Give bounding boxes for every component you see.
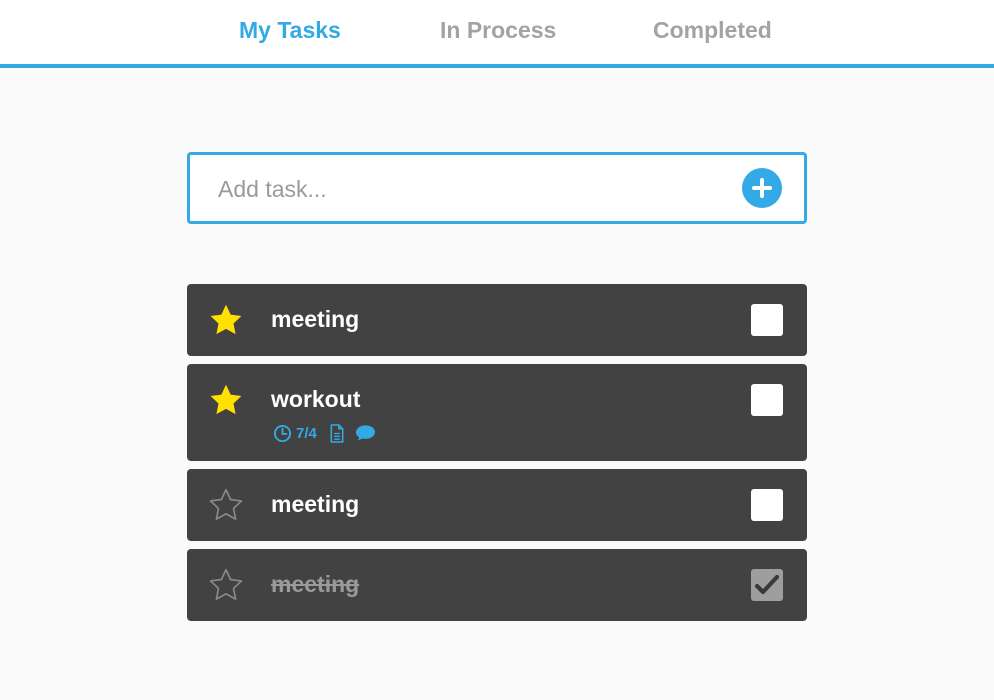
checkmark-icon (755, 574, 779, 595)
file-icon (330, 423, 344, 443)
task-title: meeting (271, 491, 360, 517)
comment-icon (355, 425, 375, 441)
task-item: workout 7/4 (187, 364, 807, 461)
clock-icon (273, 424, 292, 442)
tab-completed[interactable]: Completed (653, 17, 772, 44)
star-outline-icon[interactable] (208, 487, 244, 523)
add-task-input[interactable] (218, 170, 718, 208)
add-task-plus-icon[interactable] (742, 168, 782, 208)
tab-my-tasks[interactable]: My Tasks (239, 17, 341, 44)
star-filled-icon[interactable] (208, 302, 244, 338)
task-checkbox[interactable] (751, 384, 783, 416)
task-checkbox[interactable] (751, 489, 783, 521)
star-filled-icon[interactable] (208, 382, 244, 418)
star-outline-icon[interactable] (208, 567, 244, 603)
task-title: meeting (271, 571, 360, 597)
task-item: meeting (187, 284, 807, 356)
top-nav: My Tasks In Process Completed (0, 0, 994, 68)
task-checkbox[interactable] (751, 304, 783, 336)
task-checkbox-checked[interactable] (751, 569, 783, 601)
task-title: workout (271, 386, 361, 412)
task-title: meeting (271, 306, 360, 332)
task-due-date: 7/4 (296, 424, 317, 442)
task-meta: 7/4 (273, 422, 376, 444)
add-task-box (187, 152, 807, 224)
task-item: meeting (187, 469, 807, 541)
tab-in-process[interactable]: In Process (440, 17, 556, 44)
task-item-completed: meeting (187, 549, 807, 621)
